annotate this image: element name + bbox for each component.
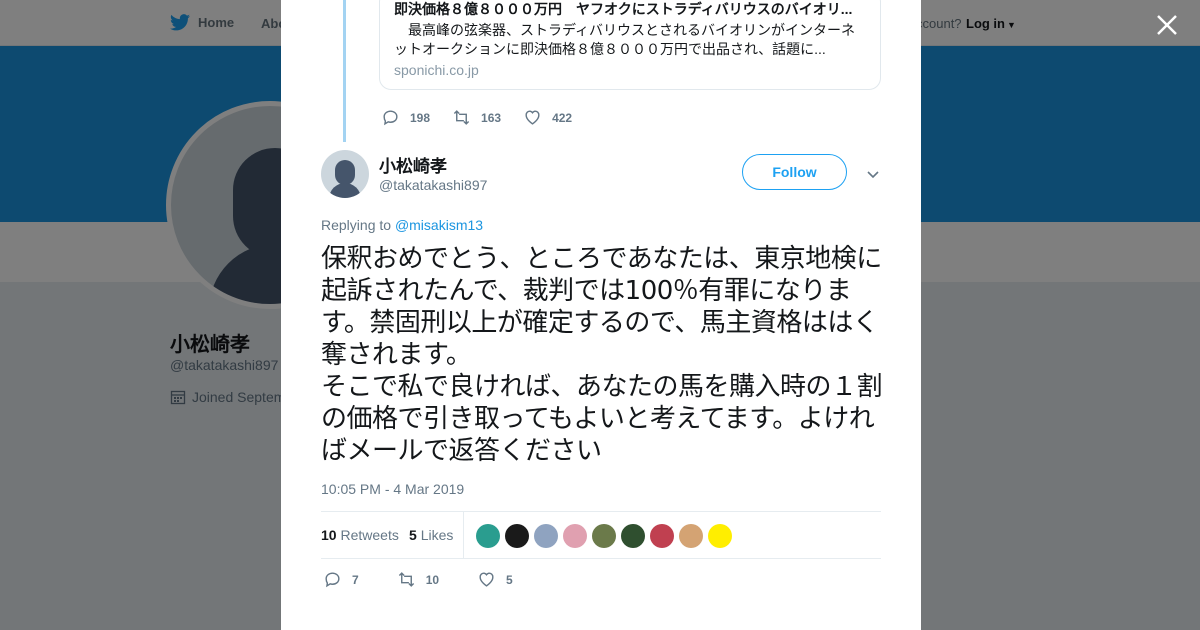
likes-stat[interactable]: 5 Likes (409, 527, 453, 543)
author-avatar[interactable] (321, 150, 369, 198)
tweet-timestamp[interactable]: 10:05 PM - 4 Mar 2019 (321, 481, 464, 497)
heart-icon (479, 572, 494, 587)
retweet-button[interactable]: 10 (397, 570, 439, 589)
liker-avatar[interactable] (679, 524, 703, 548)
card-domain: sponichi.co.jp (394, 62, 479, 78)
reply-icon (325, 572, 340, 588)
tweet-permalink-modal: 即決価格８億８０００万円 ヤフオクにストラディバリウスのバイオリ... 最高峰の… (281, 0, 921, 630)
like-button[interactable]: 422 (523, 108, 572, 127)
close-icon[interactable] (1154, 12, 1180, 38)
chevron-down-icon[interactable] (865, 166, 881, 182)
card-description: 最高峰の弦楽器、ストラディバリウスとされるバイオリンがインターネットオークション… (394, 22, 856, 57)
reply-button[interactable]: 7 (323, 570, 359, 589)
retweet-count: 10 (425, 572, 440, 587)
like-count: 5 (506, 572, 513, 587)
liker-avatar[interactable] (708, 524, 732, 548)
like-button[interactable]: 5 (477, 570, 513, 589)
likes-stat-label: Likes (420, 527, 454, 543)
liker-avatar[interactable] (592, 524, 616, 548)
like-count: 422 (552, 110, 573, 125)
retweet-count: 163 (481, 110, 502, 125)
card-title: 即決価格８億８０００万円 ヤフオクにストラディバリウスのバイオリ... (394, 1, 853, 17)
retweets-stat-count: 10 (321, 527, 337, 543)
replying-to-link[interactable]: @misakism13 (395, 217, 483, 233)
link-preview-card[interactable]: 即決価格８億８０００万円 ヤフオクにストラディバリウスのバイオリ... 最高峰の… (379, 0, 881, 90)
tweet-stats: 10 Retweets 5 Likes (321, 511, 881, 559)
heart-icon (525, 110, 540, 125)
replying-prefix: Replying to (321, 217, 395, 233)
likes-stat-count: 5 (409, 527, 417, 543)
liker-avatar[interactable] (563, 524, 587, 548)
retweets-stat[interactable]: 10 Retweets (321, 527, 399, 543)
retweet-icon (453, 110, 470, 125)
liker-avatar[interactable] (534, 524, 558, 548)
liker-avatar[interactable] (650, 524, 674, 548)
author-handle[interactable]: @takatakashi897 (379, 177, 487, 193)
reply-count: 198 (410, 110, 431, 125)
author-name[interactable]: 小松崎孝 (379, 152, 447, 177)
reply-button[interactable]: 198 (381, 108, 430, 127)
stats-divider (463, 512, 464, 558)
retweets-stat-label: Retweets (340, 527, 399, 543)
conversation-thread-line (343, 0, 346, 142)
retweet-icon (398, 572, 414, 587)
liker-avatar[interactable] (476, 524, 500, 548)
tweet-actions: 7 10 5 (323, 570, 551, 589)
follow-button[interactable]: Follow (742, 154, 847, 190)
liker-avatar[interactable] (505, 524, 529, 548)
liker-avatar[interactable] (621, 524, 645, 548)
tweet-text: 保釈おめでとう、ところであなたは、東京地検に起訴されたんで、裁判では100％有罪… (321, 244, 883, 466)
reply-icon (383, 110, 398, 126)
liker-avatars (476, 524, 732, 548)
previous-tweet-actions: 198 163 422 (381, 108, 594, 127)
reply-count: 7 (352, 572, 359, 587)
retweet-button[interactable]: 163 (452, 108, 501, 127)
replying-to: Replying to @misakism13 (321, 217, 483, 233)
